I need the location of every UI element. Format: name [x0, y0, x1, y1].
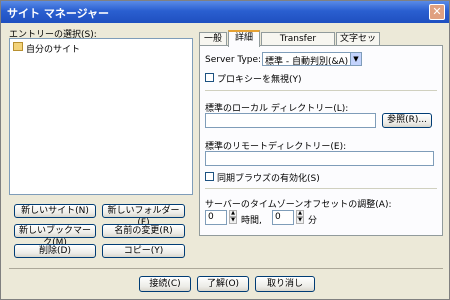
arrow-down-icon[interactable]: ▼: [296, 217, 304, 224]
new-site-button[interactable]: 新しいサイト(N): [14, 204, 96, 218]
server-type-value: 標準 - 自動判別(&A): [265, 57, 349, 65]
divider: [205, 90, 437, 91]
folder-icon: [13, 42, 23, 51]
close-icon: ✕: [432, 5, 442, 18]
tab-transfer-settings[interactable]: Transfer Settings: [261, 32, 335, 56]
tab-charset[interactable]: 文字セット: [336, 32, 380, 56]
proxy-bypass-checkbox[interactable]: [205, 73, 214, 82]
tab-details[interactable]: 詳細: [228, 30, 260, 47]
title-bar[interactable]: サイト マネージャー ✕: [1, 1, 449, 23]
footer-divider: [9, 268, 443, 269]
proxy-bypass-label: プロキシーを無視(Y): [217, 75, 302, 85]
arrow-up-icon[interactable]: ▲: [229, 210, 237, 217]
arrow-up-icon[interactable]: ▲: [296, 210, 304, 217]
hours-stepper[interactable]: ▲ ▼: [229, 210, 237, 225]
remote-dir-input[interactable]: [205, 151, 434, 166]
copy-button[interactable]: コピー(Y): [102, 244, 185, 258]
site-manager-window: サイト マネージャー ✕ エントリーの選択(S): 自分のサイト 新しいサイト(…: [0, 0, 450, 300]
server-type-select[interactable]: 標準 - 自動判別(&A) ▼: [262, 52, 362, 66]
rename-button[interactable]: 名前の変更(R): [102, 224, 185, 238]
window-title: サイト マネージャー: [7, 7, 110, 20]
chevron-down-icon: ▼: [350, 53, 361, 65]
delete-button[interactable]: 削除(D): [14, 244, 96, 258]
hours-value: 0: [208, 212, 214, 222]
arrow-down-icon[interactable]: ▼: [229, 217, 237, 224]
tab-general[interactable]: 一般: [199, 32, 227, 46]
cancel-button[interactable]: 取り消し: [255, 276, 315, 292]
tz-offset-label: サーバーのタイムゾーンオフセットの調整(A):: [205, 200, 392, 210]
tree-item-label: 自分のサイト: [26, 45, 81, 55]
minutes-value: 0: [275, 212, 281, 222]
details-panel: Server Type: 標準 - 自動判別(&A) ▼ プロキシーを無視(Y)…: [199, 45, 443, 236]
close-button[interactable]: ✕: [429, 4, 445, 20]
site-tree[interactable]: 自分のサイト: [9, 38, 193, 195]
minutes-stepper[interactable]: ▲ ▼: [296, 210, 304, 225]
browse-button[interactable]: 参照(R)...: [382, 113, 432, 128]
hours-label: 時間,: [241, 216, 262, 226]
new-folder-button[interactable]: 新しいフォルダー(F): [102, 204, 185, 228]
minutes-input[interactable]: 0: [272, 210, 294, 225]
sync-browse-label: 同期ブラウズの有効化(S): [217, 174, 320, 184]
tree-item-my-sites[interactable]: 自分のサイト: [13, 42, 80, 55]
sync-browse-checkbox[interactable]: [205, 172, 214, 181]
server-type-label: Server Type:: [205, 55, 262, 65]
connect-button[interactable]: 接続(C): [139, 276, 191, 292]
ok-button[interactable]: 了解(O): [197, 276, 249, 292]
divider: [205, 188, 437, 189]
new-bookmark-button[interactable]: 新しいブックマーク(M): [14, 224, 96, 248]
local-dir-input[interactable]: [205, 113, 376, 128]
hours-input[interactable]: 0: [205, 210, 227, 225]
minutes-label: 分: [308, 216, 318, 226]
